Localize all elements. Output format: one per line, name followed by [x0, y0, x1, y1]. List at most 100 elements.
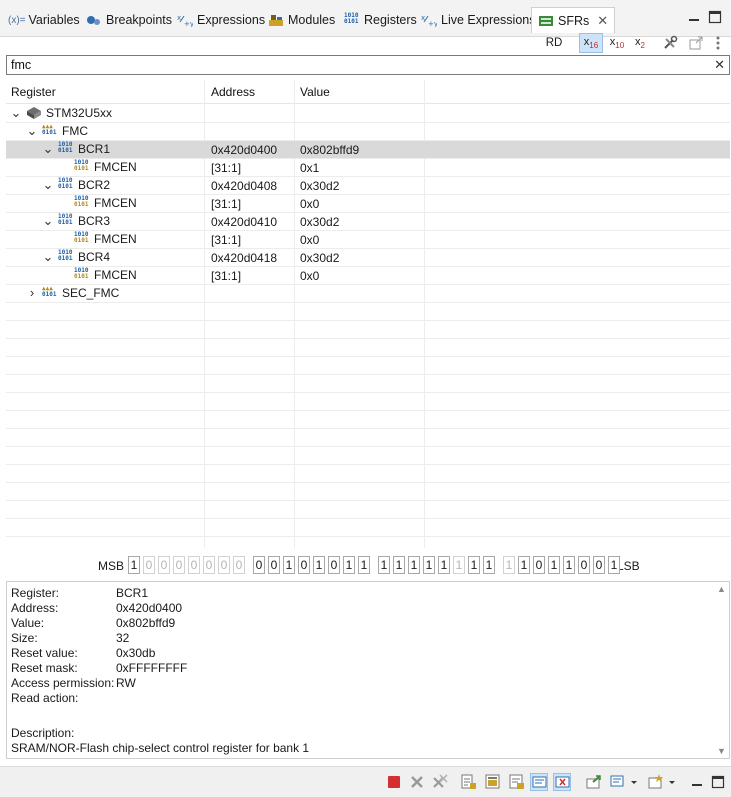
binary-format-toggle[interactable]: x2 — [629, 33, 651, 53]
register-value[interactable]: 0x0 — [300, 269, 319, 283]
tree-row[interactable]: ⌄ 1010 0101 BCR2 0x420d0408 0x30d2 — [6, 177, 730, 195]
bit-cell[interactable]: 0 — [328, 556, 340, 574]
tree-row[interactable]: 1010 0101 FMCEN [31:1] 0x0 — [6, 267, 730, 285]
maximize-panel-icon[interactable] — [709, 773, 727, 791]
close-tab-icon[interactable]: ✕ — [597, 13, 608, 29]
terminate-icon[interactable] — [385, 773, 403, 791]
bit-cell[interactable]: 1 — [468, 556, 480, 574]
column-header-address[interactable]: Address — [211, 85, 255, 99]
tree-row[interactable]: 1010 0101 FMCEN [31:1] 0x0 — [6, 231, 730, 249]
tab-variables[interactable]: (x)= Variables — [8, 9, 80, 31]
bit-cell[interactable]: 1 — [283, 556, 295, 574]
register-value[interactable]: 0x0 — [300, 197, 319, 211]
bit-cell[interactable]: 1 — [393, 556, 405, 574]
bit-cell[interactable]: 0 — [173, 556, 185, 574]
read-button[interactable]: RD — [541, 33, 567, 53]
column-header-register[interactable]: Register — [11, 85, 56, 99]
bit-cell[interactable]: 1 — [423, 556, 435, 574]
tree-row[interactable]: 1010 0101 FMCEN [31:1] 0x1 — [6, 159, 730, 177]
tab-expressions[interactable]: x +y Expressions — [177, 9, 265, 31]
bit-cell[interactable]: 1 — [313, 556, 325, 574]
new-console-icon[interactable] — [647, 773, 665, 791]
bit-cell[interactable]: 0 — [143, 556, 155, 574]
bit-cell[interactable]: 1 — [128, 556, 140, 574]
remove-all-icon[interactable] — [431, 773, 449, 791]
configure-tools-icon[interactable] — [660, 33, 680, 53]
bit-cell[interactable]: 1 — [518, 556, 530, 574]
bit-cell[interactable]: 0 — [218, 556, 230, 574]
tab-breakpoints[interactable]: Breakpoints — [86, 9, 172, 31]
tree-row[interactable]: ⌄ 1010 0101 BCR1 0x420d0400 0x802bffd9 — [6, 141, 730, 159]
register-value[interactable]: 0x30d2 — [300, 215, 339, 229]
bit-cell[interactable]: 0 — [233, 556, 245, 574]
collapse-chevron-icon[interactable]: ⌄ — [42, 178, 54, 191]
tree-row[interactable]: ⌄ 1010 0101 BCR3 0x420d0410 0x30d2 — [6, 213, 730, 231]
console-icon[interactable] — [460, 773, 478, 791]
bit-cell[interactable]: 1 — [358, 556, 370, 574]
bit-cell[interactable]: 1 — [483, 556, 495, 574]
collapse-chevron-icon[interactable]: ⌄ — [10, 106, 22, 119]
bit-cell[interactable]: 0 — [268, 556, 280, 574]
bit-cell[interactable]: 0 — [593, 556, 605, 574]
tab-live-expressions[interactable]: x +y Live Expressions — [421, 9, 536, 31]
tab-sfrs[interactable]: SFRs ✕ — [531, 7, 616, 33]
tree-row[interactable]: 1010 0101 FMCEN [31:1] 0x0 — [6, 195, 730, 213]
hex-format-toggle[interactable]: x16 — [579, 33, 603, 53]
details-scrollbar[interactable]: ▲ ▼ — [715, 582, 729, 758]
register-value[interactable]: 0x1 — [300, 161, 319, 175]
bit-cell[interactable]: 1 — [343, 556, 355, 574]
tree-row[interactable]: › ▲▲▲ 0101 SEC_FMC — [6, 285, 730, 303]
decimal-format-toggle[interactable]: x10 — [605, 33, 629, 53]
register-value[interactable]: 0x0 — [300, 233, 319, 247]
collapse-chevron-icon[interactable]: ⌄ — [42, 250, 54, 263]
tree-row[interactable]: ⌄ STM32U5xx — [6, 105, 730, 123]
bit-cell[interactable]: 1 — [408, 556, 420, 574]
bit-cell[interactable]: 1 — [548, 556, 560, 574]
tab-modules[interactable]: Modules — [268, 9, 335, 31]
expand-chevron-icon[interactable]: › — [26, 286, 38, 300]
bit-cell[interactable]: 1 — [438, 556, 450, 574]
minimize-panel-icon[interactable] — [688, 773, 706, 791]
scroll-up-icon[interactable]: ▲ — [717, 584, 726, 594]
bit-cell[interactable]: 0 — [533, 556, 545, 574]
register-value[interactable]: 0x802bffd9 — [300, 143, 359, 157]
remove-icon[interactable] — [408, 773, 426, 791]
bit-cell[interactable]: 0 — [188, 556, 200, 574]
register-address: 0x420d0418 — [211, 251, 278, 265]
word-wrap-icon[interactable] — [508, 773, 526, 791]
bit-cell[interactable]: 0 — [203, 556, 215, 574]
filter-input[interactable] — [7, 56, 697, 74]
tab-registers[interactable]: 1010 0101 Registers — [344, 9, 417, 31]
export-icon[interactable] — [686, 33, 706, 53]
scroll-down-icon[interactable]: ▼ — [717, 746, 726, 756]
bit-cell[interactable]: 0 — [578, 556, 590, 574]
register-icon: 1010 0101 — [58, 141, 73, 154]
view-menu-icon[interactable] — [710, 33, 726, 53]
pin-console-icon[interactable] — [484, 773, 502, 791]
minimize-view-icon[interactable] — [687, 10, 701, 24]
bit-cell[interactable]: 0 — [298, 556, 310, 574]
chevron-down-icon[interactable] — [629, 773, 639, 791]
register-value[interactable]: 0x30d2 — [300, 251, 339, 265]
maximize-view-icon[interactable] — [708, 10, 722, 24]
bit-cell[interactable]: 1 — [608, 556, 620, 574]
column-header-value[interactable]: Value — [300, 85, 330, 99]
tree-row[interactable]: ⌄ ▲▲▲ 0101 FMC — [6, 123, 730, 141]
collapse-chevron-icon[interactable]: ⌄ — [42, 214, 54, 227]
display-selected-console-icon[interactable] — [609, 773, 627, 791]
show-console-on-error-icon[interactable] — [553, 773, 571, 791]
chevron-down-icon[interactable] — [667, 773, 677, 791]
bit-cell[interactable]: 0 — [253, 556, 265, 574]
bit-cell[interactable]: 1 — [453, 556, 465, 574]
bit-cell[interactable]: 1 — [503, 556, 515, 574]
show-console-on-output-icon[interactable] — [530, 773, 548, 791]
collapse-chevron-icon[interactable]: ⌄ — [42, 142, 54, 155]
register-value[interactable]: 0x30d2 — [300, 179, 339, 193]
collapse-chevron-icon[interactable]: ⌄ — [26, 124, 38, 137]
bit-cell[interactable]: 0 — [158, 556, 170, 574]
bit-cell[interactable]: 1 — [563, 556, 575, 574]
open-console-icon[interactable] — [585, 773, 603, 791]
clear-filter-icon[interactable]: ✕ — [714, 57, 725, 73]
bit-cell[interactable]: 1 — [378, 556, 390, 574]
tree-row[interactable]: ⌄ 1010 0101 BCR4 0x420d0418 0x30d2 — [6, 249, 730, 267]
